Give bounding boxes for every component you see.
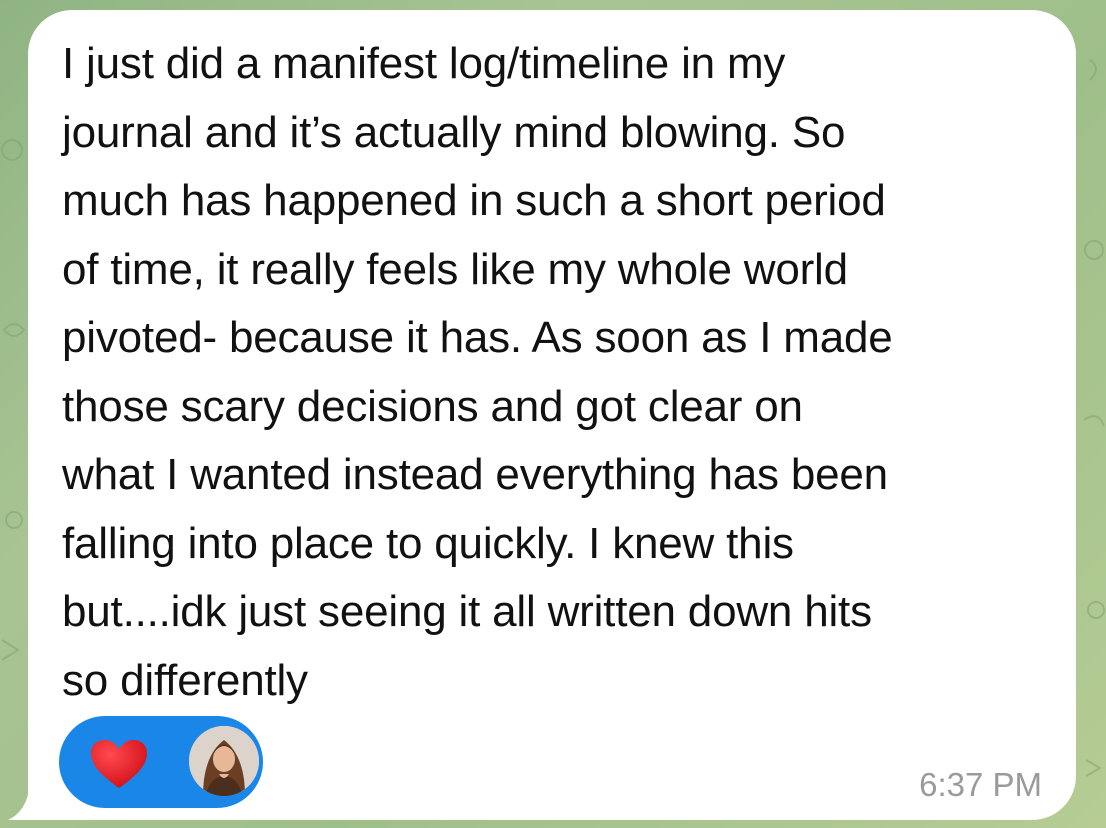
message-text: I just did a manifest log/timeline in my… [62, 39, 893, 705]
heart-icon [91, 740, 147, 788]
message-timestamp: 6:37 PM [919, 766, 1042, 803]
avatar-portrait-icon [189, 726, 259, 796]
reaction-pill[interactable] [59, 716, 263, 808]
avatar[interactable] [189, 726, 259, 796]
message-bubble[interactable]: I just did a manifest log/timeline in my… [28, 10, 1076, 820]
